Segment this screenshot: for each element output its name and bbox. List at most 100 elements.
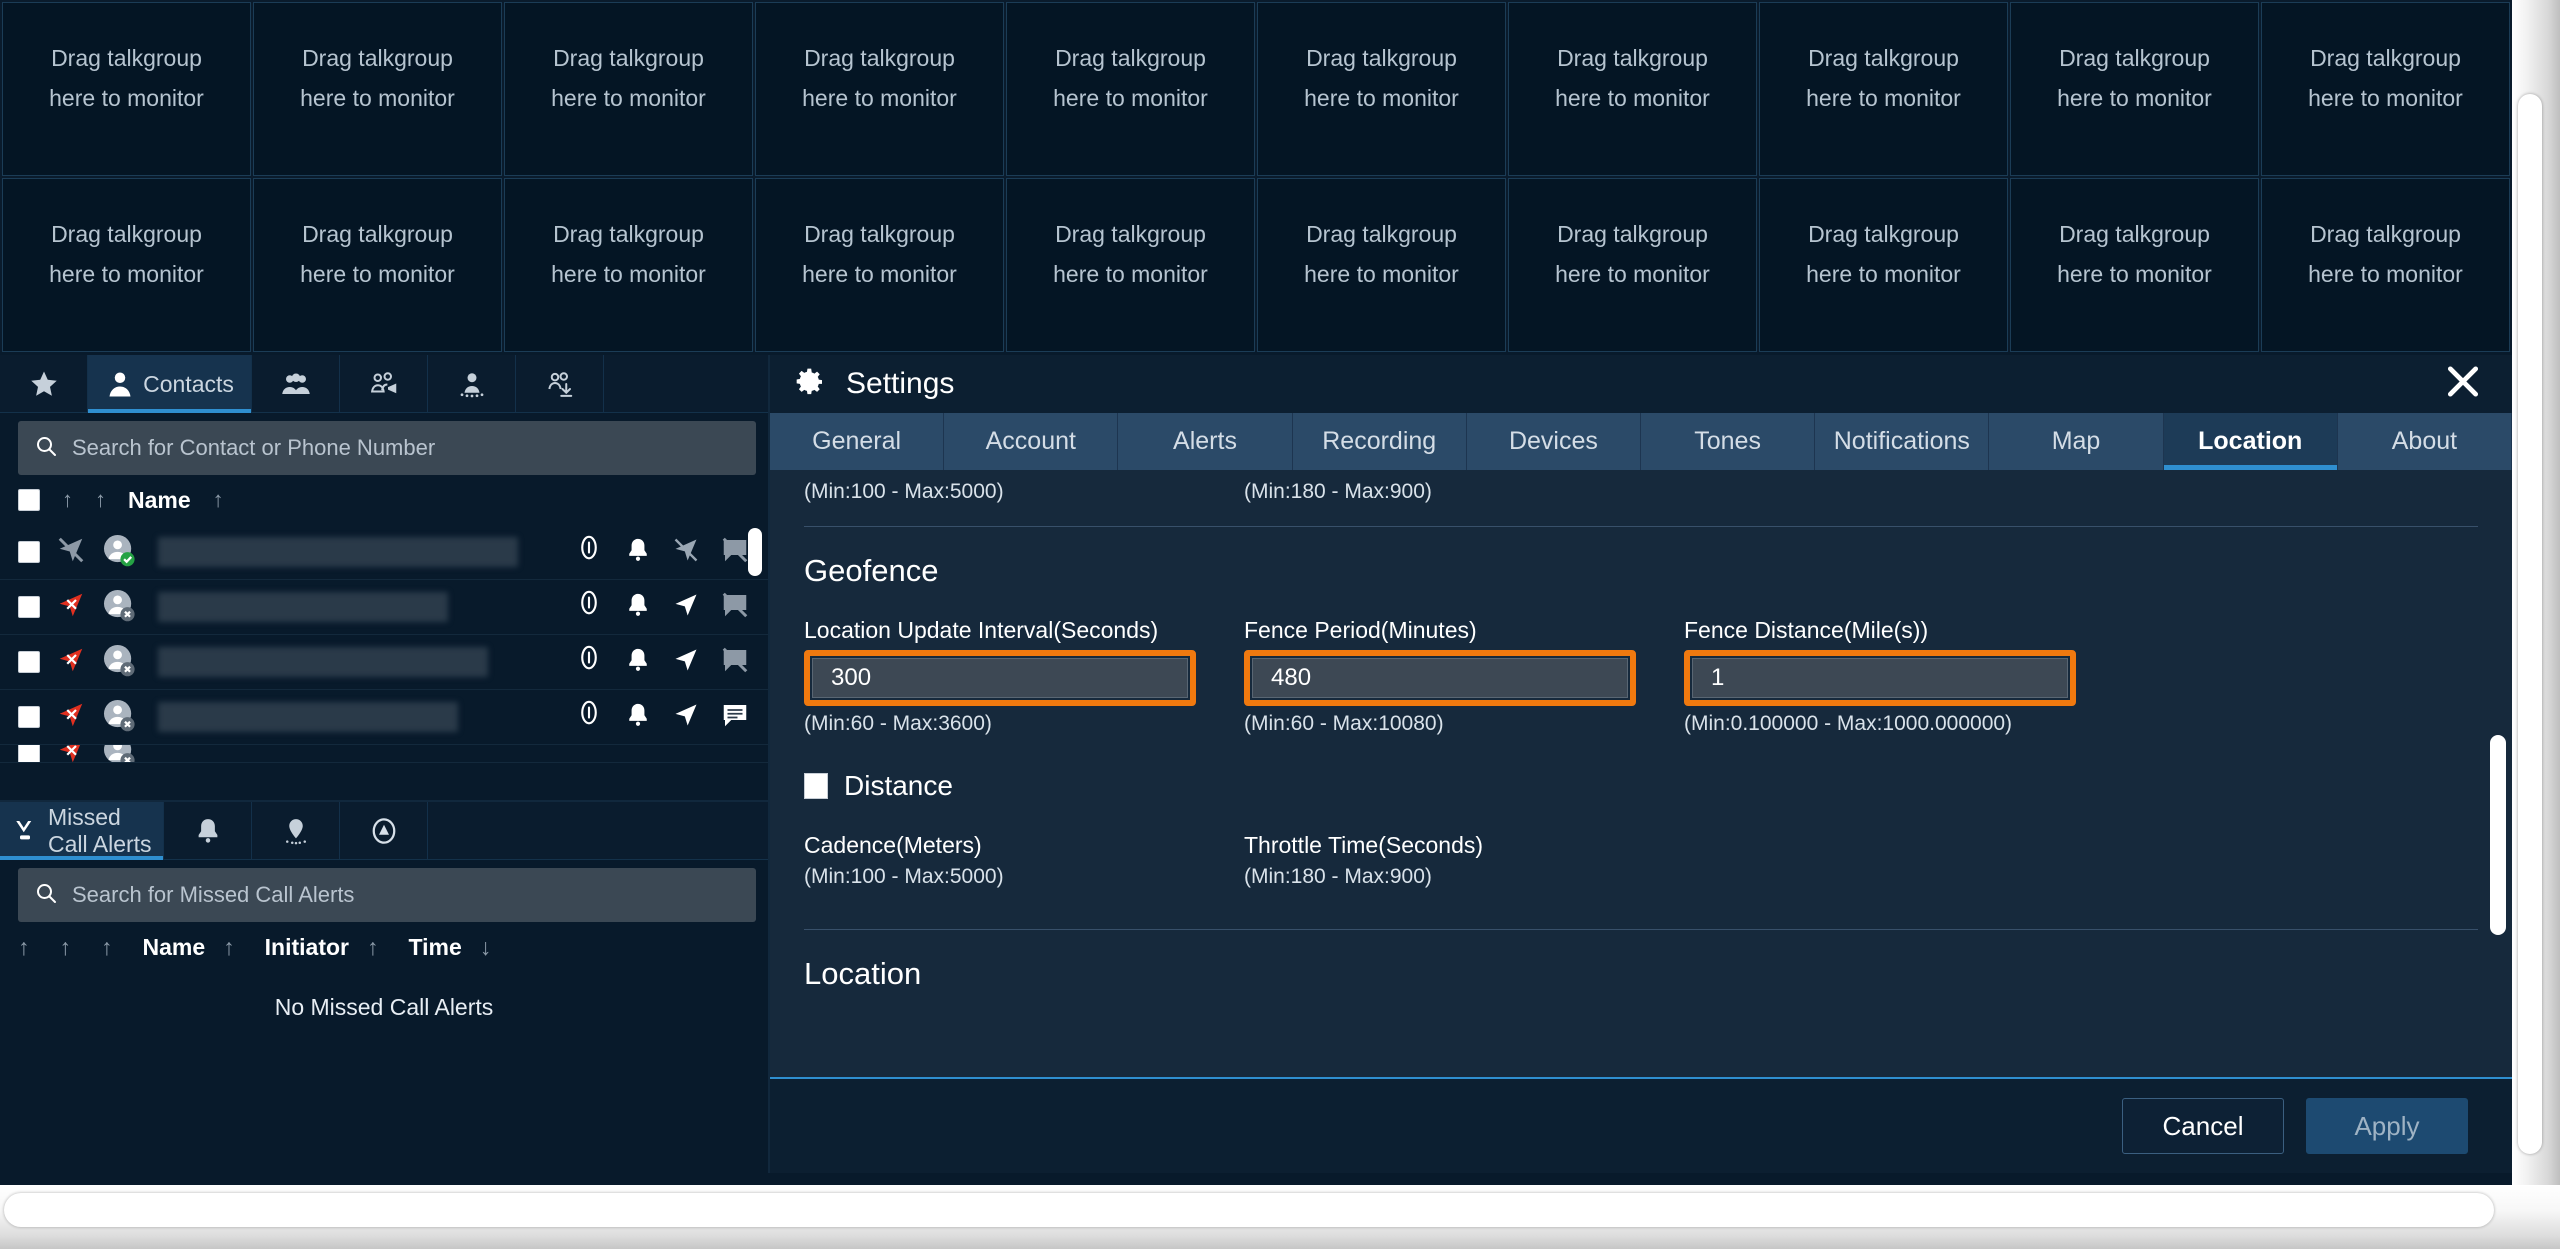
talkgroup-slot[interactable]: Drag talkgroup here to monitor	[2, 178, 251, 352]
alert-bell-icon[interactable]	[624, 646, 652, 679]
talkgroup-slot[interactable]: Drag talkgroup here to monitor	[755, 2, 1004, 176]
alert-bell-icon[interactable]	[624, 701, 652, 734]
tab-download-groups[interactable]	[516, 355, 604, 413]
tab-emergency[interactable]	[340, 802, 428, 860]
tab-missed-call-alerts-label: Missed Call Alerts	[48, 804, 152, 857]
contact-select-checkbox[interactable]	[18, 706, 40, 728]
message-icon[interactable]	[720, 535, 750, 570]
geofence-input[interactable]: 480	[1252, 658, 1628, 698]
tab-alerts[interactable]	[164, 802, 252, 860]
talkgroup-slot[interactable]: Drag talkgroup here to monitor	[755, 178, 1004, 352]
locate-icon[interactable]	[672, 536, 700, 569]
sort-col2-arrow[interactable]: ↑	[60, 934, 72, 961]
contact-row[interactable]	[0, 690, 768, 745]
talkgroup-slot[interactable]: Drag talkgroup here to monitor	[2, 2, 251, 176]
geofence-input[interactable]: 300	[812, 658, 1188, 698]
sort-initiator-arrow[interactable]: ↑	[367, 934, 379, 961]
microphone-icon[interactable]	[574, 645, 604, 680]
sort-time-arrow[interactable]: ↓	[480, 934, 492, 961]
sort-col3-arrow[interactable]: ↑	[101, 934, 113, 961]
tab-notifications[interactable]: Notifications	[1815, 413, 1990, 470]
navigation-status-icon[interactable]	[56, 745, 86, 762]
message-icon[interactable]	[720, 590, 750, 625]
microphone-icon[interactable]	[574, 590, 604, 625]
contact-row[interactable]	[0, 525, 768, 580]
select-all-checkbox[interactable]	[18, 489, 40, 511]
contacts-search-input[interactable]: Search for Contact or Phone Number	[18, 421, 756, 475]
tab-tones[interactable]: Tones	[1641, 413, 1816, 470]
sort-col1-arrow[interactable]: ↑	[18, 934, 30, 961]
locate-icon[interactable]	[672, 646, 700, 679]
talkgroup-slot[interactable]: Drag talkgroup here to monitor	[1006, 2, 1255, 176]
talkgroup-slot[interactable]: Drag talkgroup here to monitor	[1508, 178, 1757, 352]
tab-devices[interactable]: Devices	[1467, 413, 1642, 470]
tab-alerts[interactable]: Alerts	[1118, 413, 1293, 470]
apply-button[interactable]: Apply	[2306, 1098, 2468, 1154]
contact-select-checkbox[interactable]	[18, 651, 40, 673]
window-horizontal-scrollbar[interactable]	[0, 1185, 2560, 1249]
contact-row[interactable]	[0, 635, 768, 690]
contact-select-checkbox[interactable]	[18, 596, 40, 618]
sort-name-arrow[interactable]: ↑	[223, 934, 235, 961]
talkgroup-slot[interactable]: Drag talkgroup here to monitor	[253, 178, 502, 352]
talkgroup-slot[interactable]: Drag talkgroup here to monitor	[504, 178, 753, 352]
navigation-status-icon[interactable]	[56, 535, 86, 570]
talkgroup-slot[interactable]: Drag talkgroup here to monitor	[2261, 2, 2510, 176]
navigation-status-icon[interactable]	[56, 590, 86, 625]
tab-account[interactable]: Account	[944, 413, 1119, 470]
window-vertical-scrollbar[interactable]	[2512, 0, 2560, 1185]
alert-bell-icon[interactable]	[624, 591, 652, 624]
missed-call-search-input[interactable]: Search for Missed Call Alerts	[18, 868, 756, 922]
tab-location[interactable]: Location	[2163, 413, 2338, 470]
sort-name-arrow[interactable]: ↑	[213, 487, 224, 513]
contact-select-checkbox[interactable]	[18, 541, 40, 563]
cancel-button[interactable]: Cancel	[2122, 1098, 2284, 1154]
tab-dynamic-groups[interactable]	[428, 355, 516, 413]
navigation-status-icon[interactable]	[56, 700, 86, 735]
field-range-hint: (Min:60 - Max:10080)	[1244, 712, 1444, 735]
talkgroup-slot[interactable]: Drag talkgroup here to monitor	[1257, 2, 1506, 176]
close-icon[interactable]	[2444, 363, 2482, 406]
contacts-scrollbar[interactable]	[748, 528, 762, 576]
tab-geofence-alerts[interactable]	[252, 802, 340, 860]
tab-about[interactable]: About	[2338, 413, 2513, 470]
geofence-input[interactable]: 1	[1692, 658, 2068, 698]
talkgroup-slot[interactable]: Drag talkgroup here to monitor	[1006, 178, 1255, 352]
window-horizontal-scrollbar-thumb[interactable]	[4, 1193, 2494, 1227]
tab-recording[interactable]: Recording	[1293, 413, 1467, 470]
message-icon[interactable]	[720, 700, 750, 735]
talkgroup-slot[interactable]: Drag talkgroup here to monitor	[1508, 2, 1757, 176]
talkgroup-slot[interactable]: Drag talkgroup here to monitor	[1759, 178, 2008, 352]
tab-missed-call-alerts[interactable]: Missed Call Alerts	[0, 802, 164, 860]
tab-general[interactable]: General	[770, 413, 945, 470]
microphone-icon[interactable]	[574, 535, 604, 570]
talkgroup-slot[interactable]: Drag talkgroup here to monitor	[2261, 178, 2510, 352]
talkgroup-slot[interactable]: Drag talkgroup here to monitor	[2010, 2, 2259, 176]
talkgroup-slot[interactable]: Drag talkgroup here to monitor	[253, 2, 502, 176]
tab-talkgroups[interactable]	[252, 355, 340, 413]
locate-icon[interactable]	[672, 701, 700, 734]
contact-select-checkbox[interactable]	[18, 745, 40, 762]
distance-checkbox[interactable]	[804, 773, 828, 799]
sort-presence-arrow[interactable]: ↑	[62, 487, 73, 513]
tab-map[interactable]: Map	[1989, 413, 2164, 470]
talkgroup-slot[interactable]: Drag talkgroup here to monitor	[2010, 178, 2259, 352]
settings-scrollbar[interactable]	[2490, 735, 2506, 935]
tab-favorites[interactable]	[0, 355, 88, 413]
locate-icon[interactable]	[672, 591, 700, 624]
tab-broadcast-groups[interactable]	[340, 355, 428, 413]
contact-row[interactable]	[0, 580, 768, 635]
alert-bell-icon[interactable]	[624, 536, 652, 569]
talkgroup-placeholder-line1: Drag talkgroup	[1557, 45, 1708, 71]
talkgroup-slot[interactable]: Drag talkgroup here to monitor	[1759, 2, 2008, 176]
microphone-icon[interactable]	[574, 700, 604, 735]
talkgroup-slot[interactable]: Drag talkgroup here to monitor	[1257, 178, 1506, 352]
message-icon[interactable]	[720, 645, 750, 680]
navigation-status-icon[interactable]	[56, 645, 86, 680]
talkgroup-slot[interactable]: Drag talkgroup here to monitor	[504, 2, 753, 176]
contact-row[interactable]	[0, 745, 768, 763]
window-vertical-scrollbar-thumb[interactable]	[2518, 94, 2542, 1154]
sort-nav-arrow[interactable]: ↑	[95, 487, 106, 513]
tab-contacts[interactable]: Contacts	[88, 355, 252, 413]
distance-checkbox-row[interactable]: Distance	[804, 770, 2478, 802]
